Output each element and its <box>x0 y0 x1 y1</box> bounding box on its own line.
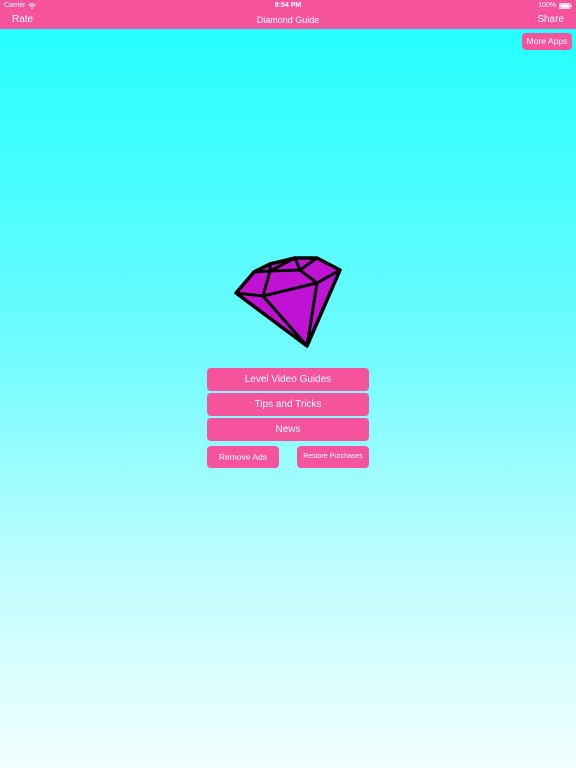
battery-icon <box>559 2 572 9</box>
status-bar: Carrier 8:54 PM 100% <box>0 0 576 12</box>
more-apps-button[interactable]: More Apps <box>522 33 572 50</box>
remove-ads-button[interactable]: Remove Ads <box>207 446 279 468</box>
battery-group: 100% <box>538 2 572 9</box>
diamond-icon <box>234 256 342 348</box>
navigation-bar: Rate Diamond Guide Share <box>0 12 576 29</box>
battery-percent: 100% <box>538 2 556 9</box>
header-bar: Carrier 8:54 PM 100% Rate Diamond Guide … <box>0 0 576 29</box>
level-video-guides-button[interactable]: Level Video Guides <box>207 368 369 391</box>
news-button[interactable]: News <box>207 418 369 441</box>
restore-purchases-button[interactable]: Restore Purchases <box>297 446 369 468</box>
status-time: 8:54 PM <box>274 2 302 9</box>
share-button[interactable]: Share <box>537 14 564 25</box>
page-title: Diamond Guide <box>256 15 320 25</box>
tips-and-tricks-button[interactable]: Tips and Tricks <box>207 393 369 416</box>
